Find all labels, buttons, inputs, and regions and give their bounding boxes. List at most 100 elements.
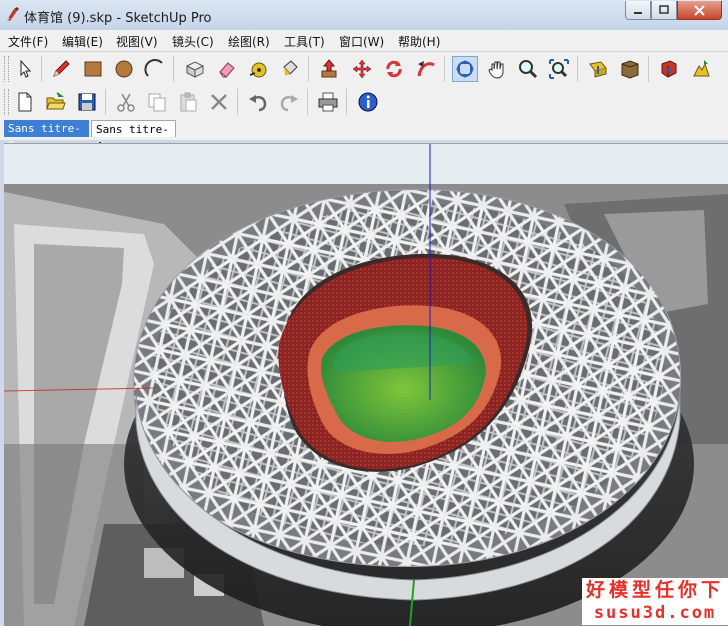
make-component-button[interactable] (182, 56, 208, 82)
minimize-icon (634, 12, 642, 14)
move-button[interactable] (349, 56, 375, 82)
print-button[interactable] (315, 89, 341, 115)
rotate-button[interactable] (381, 56, 407, 82)
new-file-icon (18, 92, 32, 112)
watermark-slogan: 好模型任你下 (585, 579, 724, 601)
window-controls (625, 1, 722, 21)
open-folder-icon (46, 92, 66, 110)
model-viewport[interactable] (4, 143, 728, 626)
toolbar-separator (444, 56, 445, 82)
photo-textures-icon (621, 60, 639, 79)
toolbar-separator (307, 89, 308, 115)
pan-button[interactable] (484, 56, 510, 82)
close-icon (694, 4, 705, 16)
watermark-logo: 好模型任你下 susu3d.com (582, 578, 728, 625)
toolbar-separator (105, 89, 106, 115)
copy-icon (148, 93, 166, 112)
toolbar-separator (577, 56, 578, 82)
circle-button[interactable] (111, 56, 137, 82)
save-button[interactable] (74, 89, 100, 115)
erase-button[interactable] (206, 89, 232, 115)
menu-draw[interactable]: 绘图(R) (228, 33, 270, 50)
toolbar-separator (41, 56, 42, 82)
delete-x-icon (211, 94, 227, 110)
toolbar-separator (648, 56, 649, 82)
push-pull-button[interactable] (316, 56, 342, 82)
push-pull-icon (321, 59, 337, 78)
menu-tools[interactable]: 工具(T) (284, 33, 325, 50)
menu-edit[interactable]: 编辑(E) (62, 33, 103, 50)
standard-toolbar (0, 86, 728, 118)
warehouse-icon (661, 60, 677, 78)
undo-button[interactable] (245, 89, 271, 115)
toolbar-separator (346, 89, 347, 115)
new-button[interactable] (12, 89, 38, 115)
rectangle-icon (84, 61, 102, 77)
menu-window[interactable]: 窗口(W) (339, 33, 384, 50)
toolbar-grip[interactable] (4, 56, 9, 82)
redo-button[interactable] (276, 89, 302, 115)
menu-camera[interactable]: 镜头(C) (172, 33, 214, 50)
zoom-button[interactable] (515, 56, 541, 82)
pencil-icon (53, 60, 70, 77)
select-button[interactable] (12, 56, 38, 82)
select-arrow-icon (20, 59, 32, 78)
follow-me-icon (417, 61, 435, 77)
circle-icon (115, 60, 133, 78)
window-title: 体育馆 (9).skp - SketchUp Pro (24, 11, 212, 26)
toolbar-separator (173, 56, 174, 82)
close-button[interactable] (677, 1, 722, 20)
undo-icon (249, 95, 267, 112)
orbit-icon (456, 60, 474, 78)
rectangle-button[interactable] (80, 56, 106, 82)
open-button[interactable] (43, 89, 69, 115)
component-icon (185, 61, 205, 78)
move-icon (352, 59, 372, 79)
menu-view[interactable]: 视图(V) (116, 33, 158, 50)
sketchup-logo-icon (7, 7, 19, 21)
add-location-button[interactable] (585, 56, 611, 82)
get-models-button[interactable] (656, 56, 682, 82)
add-location-icon (589, 61, 607, 78)
stadium-model-render (4, 144, 728, 626)
menu-bar: 文件(F) 编辑(E) 视图(V) 镜头(C) 绘图(R) 工具(T) 窗口(W… (0, 30, 728, 52)
cut-button[interactable] (113, 89, 139, 115)
tab-sans-titre-6[interactable]: Sans titre-6 (4, 120, 89, 152)
document-tabs: Sans titre-6 Sans titre-4 (0, 118, 728, 153)
main-toolbar (0, 52, 728, 86)
share-model-button[interactable] (688, 56, 714, 82)
eraser-button[interactable] (214, 56, 240, 82)
pencil-button[interactable] (48, 56, 74, 82)
photo-textures-button[interactable] (617, 56, 643, 82)
maximize-button[interactable] (651, 1, 677, 20)
tab-sans-titre-4[interactable]: Sans titre-4 (91, 120, 176, 153)
arc-button[interactable] (142, 56, 168, 82)
arc-icon (144, 58, 163, 77)
zoom-extents-icon (549, 59, 569, 79)
floppy-disk-icon (78, 93, 96, 111)
title-bar: 体育馆 (9).skp - SketchUp Pro (0, 0, 728, 31)
toolbar-grip[interactable] (4, 89, 9, 115)
watermark-domain: susu3d.com (593, 603, 717, 623)
paint-bucket-icon (283, 60, 298, 76)
tape-measure-button[interactable] (245, 56, 271, 82)
zoom-extents-button[interactable] (546, 56, 572, 82)
eraser-icon (219, 62, 235, 78)
paste-button[interactable] (175, 89, 201, 115)
hand-icon (488, 61, 504, 79)
info-icon (358, 92, 378, 112)
menu-help[interactable]: 帮助(H) (398, 33, 440, 50)
scissors-icon (117, 93, 135, 112)
toolbar-separator (308, 56, 309, 82)
rotate-icon (386, 60, 402, 78)
clipboard-icon (180, 92, 197, 112)
tape-measure-icon (249, 62, 267, 78)
paint-bucket-button[interactable] (277, 56, 303, 82)
minimize-button[interactable] (625, 1, 651, 20)
orbit-button[interactable] (452, 56, 478, 82)
follow-me-button[interactable] (413, 56, 439, 82)
magnifier-icon (519, 60, 538, 79)
copy-button[interactable] (144, 89, 170, 115)
menu-file[interactable]: 文件(F) (8, 33, 48, 50)
model-info-button[interactable] (355, 89, 381, 115)
